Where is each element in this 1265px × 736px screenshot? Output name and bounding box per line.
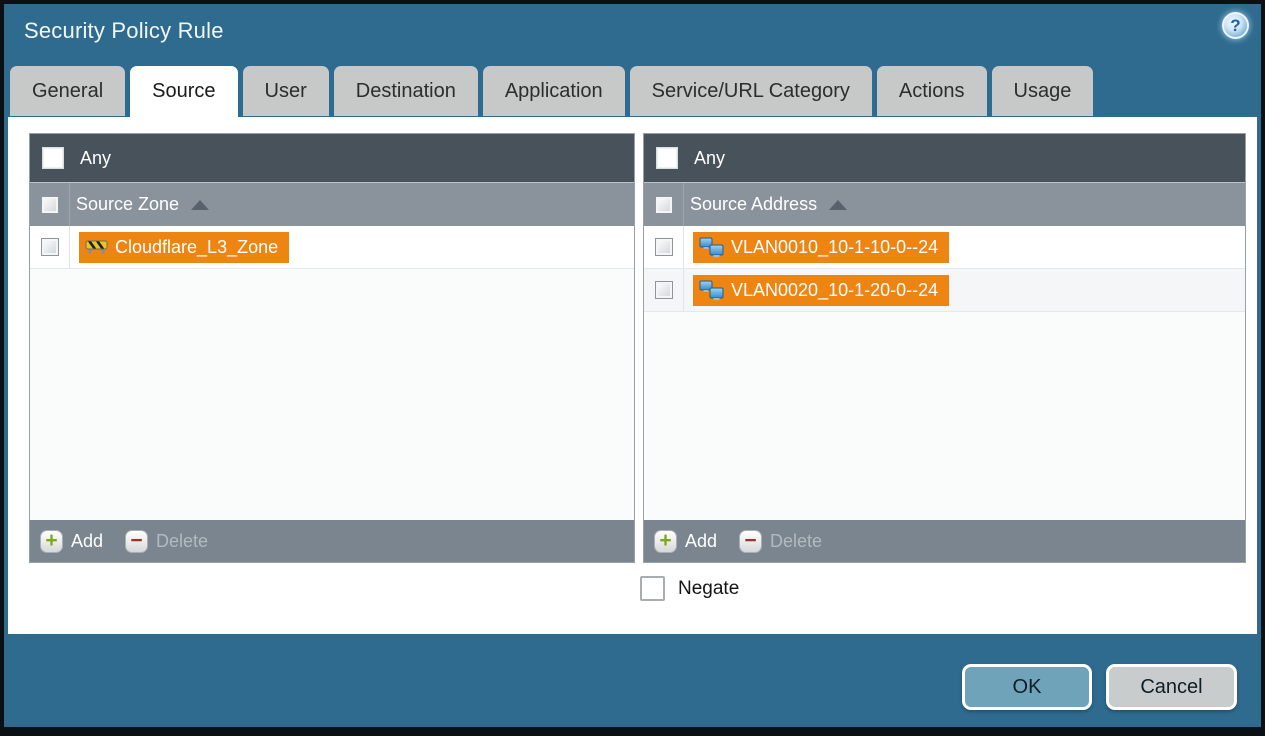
source-zone-any-checkbox[interactable] <box>42 147 64 169</box>
source-address-column-header[interactable]: Source Address <box>644 182 1245 226</box>
source-address-any-header: Any <box>644 134 1245 182</box>
tab-destination[interactable]: Destination <box>333 66 478 116</box>
negate-checkbox[interactable] <box>640 576 665 601</box>
source-zone-column-label: Source Zone <box>76 194 180 214</box>
zone-icon <box>85 240 108 254</box>
delete-button-label: Delete <box>770 530 823 551</box>
plus-icon: + <box>654 529 677 553</box>
tab-service-url-category[interactable]: Service/URL Category <box>629 66 872 116</box>
sort-ascending-icon <box>191 199 210 210</box>
address-chip[interactable]: VLAN0010_10-1-10-0--24 <box>693 231 950 263</box>
help-icon[interactable]: ? <box>1222 12 1249 39</box>
source-zone-selectall-cell <box>30 183 70 226</box>
cancel-button[interactable]: Cancel <box>1106 664 1237 710</box>
source-address-footer: + Add − Delete <box>644 520 1245 562</box>
source-address-panel: Any Source Address VLAN0010_10-1-10-0--2… <box>643 133 1246 563</box>
source-address-selectall-cell <box>644 183 684 226</box>
delete-button-label: Delete <box>156 530 209 551</box>
row-checkbox-cell <box>644 226 684 268</box>
row-checkbox-cell <box>644 269 684 311</box>
delete-address-button[interactable]: − Delete <box>739 529 823 553</box>
minus-icon: − <box>125 529 149 553</box>
add-button-label: Add <box>685 530 718 551</box>
tab-strip: General Source User Destination Applicat… <box>10 66 1098 121</box>
address-chip[interactable]: VLAN0020_10-1-20-0--24 <box>693 274 950 306</box>
address-name: VLAN0010_10-1-10-0--24 <box>731 236 939 257</box>
source-zone-any-label: Any <box>80 147 112 168</box>
source-zone-panel: Any Source Zone Cloudflare_L3_Zone + Add… <box>29 133 635 563</box>
security-policy-rule-dialog: Security Policy Rule ? General Source Us… <box>0 0 1265 736</box>
source-tab-content: Any Source Zone Cloudflare_L3_Zone + Add… <box>8 117 1257 634</box>
row-checkbox[interactable] <box>654 281 673 299</box>
source-address-rows: VLAN0010_10-1-10-0--24 VLAN0020_10-1-20-… <box>644 226 1245 520</box>
source-address-selectall-checkbox[interactable] <box>654 195 673 214</box>
negate-label: Negate <box>678 577 740 599</box>
tab-application[interactable]: Application <box>482 66 625 116</box>
source-address-any-checkbox[interactable] <box>656 147 678 169</box>
tab-user[interactable]: User <box>242 66 329 116</box>
source-zone-any-header: Any <box>30 134 634 182</box>
zone-chip[interactable]: Cloudflare_L3_Zone <box>79 231 290 263</box>
source-zone-footer: + Add − Delete <box>30 520 634 562</box>
table-row[interactable]: VLAN0020_10-1-20-0--24 <box>644 269 1245 312</box>
address-name: VLAN0020_10-1-20-0--24 <box>731 279 939 300</box>
source-zone-column-header[interactable]: Source Zone <box>30 182 634 226</box>
delete-zone-button[interactable]: − Delete <box>125 529 209 553</box>
sort-ascending-icon <box>829 199 848 210</box>
table-row[interactable]: VLAN0010_10-1-10-0--24 <box>644 226 1245 269</box>
network-icon <box>699 280 724 300</box>
tab-usage[interactable]: Usage <box>991 66 1094 116</box>
dialog-titlebar: Security Policy Rule ? <box>4 4 1261 62</box>
source-address-any-label: Any <box>694 147 726 168</box>
tab-actions[interactable]: Actions <box>876 66 987 116</box>
negate-row: Negate <box>640 576 739 601</box>
ok-button[interactable]: OK <box>962 664 1092 710</box>
page-title: Security Policy Rule <box>24 18 224 43</box>
row-checkbox-cell <box>30 226 70 268</box>
zone-name: Cloudflare_L3_Zone <box>115 236 279 257</box>
add-zone-button[interactable]: + Add <box>40 529 104 553</box>
add-address-button[interactable]: + Add <box>654 529 718 553</box>
tab-general[interactable]: General <box>10 66 126 116</box>
plus-icon: + <box>40 529 63 553</box>
minus-icon: − <box>739 529 763 553</box>
row-checkbox[interactable] <box>654 238 673 256</box>
table-row[interactable]: Cloudflare_L3_Zone <box>30 226 634 269</box>
row-checkbox[interactable] <box>40 238 59 256</box>
network-icon <box>699 237 724 257</box>
source-zone-selectall-checkbox[interactable] <box>40 195 59 214</box>
source-zone-rows: Cloudflare_L3_Zone <box>30 226 634 520</box>
add-button-label: Add <box>71 530 104 551</box>
tab-source[interactable]: Source <box>130 66 238 121</box>
source-address-column-label: Source Address <box>690 194 818 214</box>
